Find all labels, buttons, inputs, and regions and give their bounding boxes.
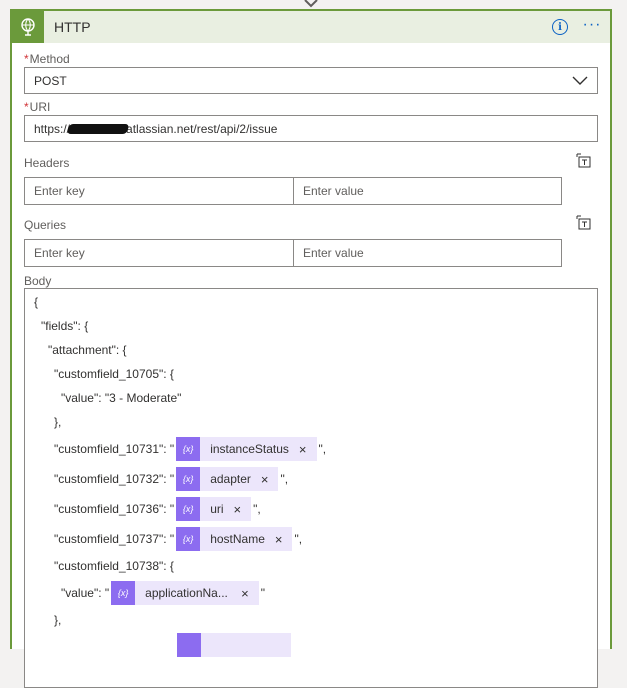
- method-label-text: Method: [29, 52, 70, 66]
- body-line: "customfield_10731": " {x} instanceStatu…: [54, 437, 326, 461]
- body-line: "customfield_10736": " {x} uri × ",: [54, 497, 261, 521]
- expression-icon: {x}: [111, 581, 136, 605]
- queries-row: Enter key Enter value: [24, 239, 562, 267]
- remove-token-icon[interactable]: ×: [273, 532, 293, 547]
- card-title: HTTP: [54, 19, 91, 35]
- body-line: "attachment": {: [48, 343, 127, 357]
- expression-icon: {x}: [176, 467, 201, 491]
- body-line: "value": " {x} applicationNa... × ": [61, 581, 265, 605]
- dynamic-content-token[interactable]: {x} uri ×: [176, 497, 252, 521]
- token-label: uri: [210, 502, 224, 516]
- required-marker: *: [24, 52, 29, 66]
- body-editor[interactable]: { "fields": { "attachment": { "customfie…: [24, 288, 598, 688]
- token-label: applicationNa...: [145, 586, 228, 600]
- uri-value-prefix: https://: [34, 121, 71, 136]
- flow-connector-arrow: [304, 0, 318, 8]
- body-line-text: ",: [318, 442, 327, 456]
- body-line: "customfield_10738": {: [54, 559, 174, 573]
- body-line: [175, 633, 293, 657]
- method-label: *Method: [24, 52, 70, 66]
- required-marker: *: [24, 100, 29, 114]
- headers-value-input[interactable]: Enter value: [293, 178, 561, 204]
- redaction-scribble: [66, 123, 130, 134]
- body-line-text: "value": ": [61, 586, 110, 600]
- body-line-text: "customfield_10736": ": [54, 502, 175, 516]
- body-line-text: ",: [253, 502, 261, 516]
- headers-label: Headers: [24, 156, 70, 170]
- dynamic-content-token[interactable]: [177, 633, 291, 657]
- http-action-card: HTTP i ··· *Method POST *URI https:// at…: [10, 9, 612, 688]
- chevron-down-icon: [572, 76, 588, 85]
- more-options-icon[interactable]: ···: [582, 17, 602, 37]
- expression-icon: {x}: [176, 527, 201, 551]
- queries-label: Queries: [24, 218, 67, 232]
- expression-icon: {x}: [176, 437, 201, 461]
- body-label: Body: [24, 274, 52, 288]
- queries-key-input[interactable]: Enter key: [25, 240, 293, 266]
- info-icon[interactable]: i: [552, 19, 568, 35]
- method-dropdown[interactable]: POST: [24, 67, 598, 94]
- uri-input[interactable]: https:// atlassian.net/rest/api/2/issue: [24, 115, 598, 142]
- body-line: },: [54, 613, 62, 627]
- body-line-text: "customfield_10737": ": [54, 532, 175, 546]
- body-line: },: [54, 415, 62, 429]
- uri-label-text: URI: [29, 100, 51, 114]
- body-line-text: ": [260, 586, 265, 600]
- body-line-text: "customfield_10731": ": [54, 442, 175, 456]
- remove-token-icon[interactable]: ×: [232, 502, 252, 517]
- body-line: "customfield_10705": {: [54, 367, 174, 381]
- card-header[interactable]: HTTP i ···: [12, 11, 610, 43]
- token-label: instanceStatus: [210, 442, 289, 456]
- token-label: hostName: [210, 532, 265, 546]
- expression-icon: {x}: [176, 497, 201, 521]
- uri-label: *URI: [24, 100, 50, 114]
- remove-token-icon[interactable]: ×: [297, 442, 317, 457]
- dynamic-content-token[interactable]: {x} adapter ×: [176, 467, 279, 491]
- switch-to-text-mode-icon[interactable]: [576, 215, 592, 231]
- body-line-text: ",: [280, 472, 289, 486]
- queries-value-input[interactable]: Enter value: [293, 240, 561, 266]
- body-line: "fields": {: [41, 319, 89, 333]
- dynamic-content-token[interactable]: {x} instanceStatus ×: [176, 437, 317, 461]
- dynamic-content-token[interactable]: {x} hostName ×: [176, 527, 293, 551]
- token-label: adapter: [210, 472, 251, 486]
- body-line: "value": "3 - Moderate": [61, 391, 182, 405]
- dynamic-content-token[interactable]: {x} applicationNa... ×: [111, 581, 259, 605]
- expression-icon: [177, 633, 201, 657]
- headers-key-input[interactable]: Enter key: [25, 178, 293, 204]
- body-line: "customfield_10732": " {x} adapter × ",: [54, 467, 288, 491]
- uri-value-suffix: atlassian.net/rest/api/2/issue: [126, 121, 278, 136]
- remove-token-icon[interactable]: ×: [259, 472, 279, 487]
- body-line-text: ",: [294, 532, 303, 546]
- body-line: {: [34, 295, 39, 309]
- remove-token-icon[interactable]: ×: [239, 586, 259, 601]
- switch-to-text-mode-icon[interactable]: [576, 153, 592, 169]
- body-line-text: "customfield_10732": ": [54, 472, 175, 486]
- http-globe-icon: [12, 11, 44, 43]
- body-line: "customfield_10737": " {x} hostName × ",: [54, 527, 302, 551]
- method-value: POST: [34, 73, 67, 88]
- headers-row: Enter key Enter value: [24, 177, 562, 205]
